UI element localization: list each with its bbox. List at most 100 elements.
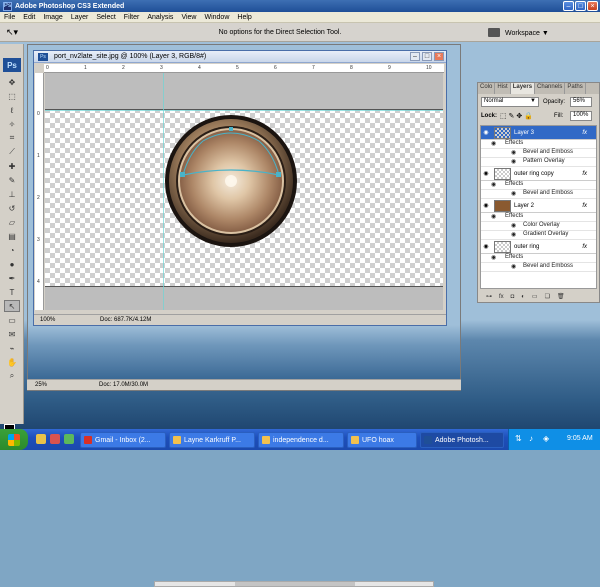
menu-filter[interactable]: Filter <box>124 14 140 21</box>
eye-icon[interactable]: ◉ <box>511 263 516 270</box>
menu-layer[interactable]: Layer <box>71 14 89 21</box>
eye-icon[interactable]: ◉ <box>481 243 491 250</box>
new-layer-icon[interactable]: ❏ <box>545 293 550 300</box>
close-button[interactable]: × <box>587 1 598 11</box>
menu-view[interactable]: View <box>181 14 196 21</box>
add-style-icon[interactable]: fx <box>499 294 504 300</box>
effects-group[interactable]: ◉ Effects <box>481 140 596 149</box>
notes-tool-icon[interactable]: ✉ <box>4 328 20 340</box>
direct-selection-tool-icon[interactable]: ↖▾ <box>6 27 18 38</box>
eraser-tool-icon[interactable]: ▱ <box>4 216 20 228</box>
fill-input[interactable]: 100% <box>570 111 592 121</box>
layer-row[interactable]: ◉ Layer 3 fx <box>481 126 596 140</box>
clock[interactable]: 9:05 AM <box>567 435 593 442</box>
guide-horizontal[interactable] <box>45 110 443 111</box>
doc-close-button[interactable]: × <box>434 52 444 61</box>
history-brush-tool-icon[interactable]: ↺ <box>4 202 20 214</box>
document-canvas[interactable] <box>45 73 443 310</box>
ruler-vertical[interactable]: 0 1 2 3 4 <box>35 73 44 310</box>
zoom-level[interactable]: 100% <box>40 317 55 323</box>
zoom-tool-icon[interactable]: ⌕ <box>4 370 20 382</box>
ruler-horizontal[interactable]: 0 1 2 3 4 5 6 7 8 9 10 <box>44 64 444 73</box>
taskbar-item-ufo[interactable]: UFO hoax <box>347 432 417 448</box>
menu-analysis[interactable]: Analysis <box>147 14 173 21</box>
eye-icon[interactable]: ◉ <box>491 140 496 147</box>
eye-icon[interactable]: ◉ <box>481 202 491 209</box>
tab-color[interactable]: Colo <box>478 83 496 94</box>
layer-list[interactable]: ◉ Layer 3 fx ◉ Effects ◉ Bevel and Embos… <box>480 125 597 289</box>
effect-item[interactable]: ◉ Color Overlay <box>481 222 596 231</box>
add-mask-icon[interactable]: ◘ <box>511 294 515 300</box>
effects-group[interactable]: ◉ Effects <box>481 213 596 222</box>
eye-icon[interactable]: ◉ <box>481 170 491 177</box>
magic-wand-tool-icon[interactable]: ✧ <box>4 118 20 130</box>
effects-group[interactable]: ◉ Effects <box>481 254 596 263</box>
quick-launch-icon[interactable] <box>36 434 46 444</box>
eye-icon[interactable]: ◉ <box>491 181 496 188</box>
eye-icon[interactable]: ◉ <box>491 213 496 220</box>
scrollbar-thumb[interactable] <box>235 582 355 586</box>
document-title-bar[interactable]: port_nv2late_site.jpg @ 100% (Layer 3, R… <box>34 51 446 63</box>
fx-icon[interactable]: fx <box>582 244 587 250</box>
effect-item[interactable]: ◉ Pattern Overlay <box>481 158 596 167</box>
document-window[interactable]: port_nv2late_site.jpg @ 100% (Layer 3, R… <box>33 50 447 587</box>
network-icon[interactable]: ⇅ <box>515 434 522 443</box>
new-group-icon[interactable]: ▭ <box>532 293 538 300</box>
layer-row[interactable]: ◉ outer ring fx <box>481 240 596 254</box>
effect-item[interactable]: ◉ Bevel and Emboss <box>481 190 596 199</box>
blur-tool-icon[interactable]: ◔ <box>4 244 20 256</box>
shape-tool-icon[interactable]: ▭ <box>4 314 20 326</box>
layer-row[interactable]: ◉ outer ring copy fx <box>481 167 596 181</box>
gradient-tool-icon[interactable]: ▤ <box>4 230 20 242</box>
fx-icon[interactable]: fx <box>582 203 587 209</box>
tab-channels[interactable]: Channels <box>535 83 566 94</box>
security-icon[interactable]: ◈ <box>543 434 549 443</box>
volume-icon[interactable]: ♪ <box>529 434 533 443</box>
tab-history[interactable]: Hist <box>495 83 511 94</box>
menu-help[interactable]: Help <box>237 14 251 21</box>
camera-icon[interactable] <box>488 28 500 37</box>
eye-icon[interactable]: ◉ <box>511 149 516 156</box>
pen-tool-icon[interactable]: ✒ <box>4 272 20 284</box>
porthole-artwork[interactable] <box>163 113 299 249</box>
lasso-tool-icon[interactable]: ℓ <box>4 104 20 116</box>
effect-item[interactable]: ◉ Bevel and Emboss <box>481 149 596 158</box>
effects-group[interactable]: ◉ Effects <box>481 181 596 190</box>
link-layers-icon[interactable]: ⊶ <box>486 293 492 300</box>
eye-icon[interactable]: ◉ <box>511 158 516 165</box>
type-tool-icon[interactable]: T <box>4 286 20 298</box>
trash-icon[interactable]: 🗑 <box>557 293 565 300</box>
direct-selection-tool-icon[interactable]: ↖ <box>4 300 20 312</box>
minimize-button[interactable]: – <box>563 1 574 11</box>
brush-tool-icon[interactable]: ✎ <box>4 174 20 186</box>
healing-brush-tool-icon[interactable]: ✚ <box>4 160 20 172</box>
eye-icon[interactable]: ◉ <box>511 190 516 197</box>
move-tool-icon[interactable]: ✥ <box>4 76 20 88</box>
eye-icon[interactable]: ◉ <box>481 129 491 136</box>
eye-icon[interactable]: ◉ <box>511 222 516 229</box>
dodge-tool-icon[interactable]: ● <box>4 258 20 270</box>
opacity-input[interactable]: 56% <box>570 97 592 107</box>
taskbar-item-gmail[interactable]: Gmail - Inbox (2... <box>80 432 166 448</box>
menu-window[interactable]: Window <box>204 14 229 21</box>
menu-select[interactable]: Select <box>96 14 115 21</box>
maximize-button[interactable]: □ <box>575 1 586 11</box>
tab-layers[interactable]: Layers <box>510 83 536 94</box>
lock-icons[interactable]: ⬚ ✎ ✥ 🔒 <box>500 112 533 120</box>
stamp-tool-icon[interactable]: ⊥ <box>4 188 20 200</box>
start-button[interactable] <box>0 429 28 450</box>
menu-edit[interactable]: Edit <box>23 14 35 21</box>
marquee-tool-icon[interactable]: ⬚ <box>4 90 20 102</box>
eyedropper-tool-icon[interactable]: ⌁ <box>4 342 20 354</box>
taskbar-item-layne[interactable]: Layne Karkruff P... <box>169 432 255 448</box>
doc-minimize-button[interactable]: – <box>410 52 420 61</box>
effect-item[interactable]: ◉ Bevel and Emboss <box>481 263 596 272</box>
slice-tool-icon[interactable]: ⟋ <box>4 146 20 158</box>
tab-paths[interactable]: Paths <box>565 83 586 94</box>
doc-maximize-button[interactable]: □ <box>422 52 432 61</box>
quick-launch-icon[interactable] <box>64 434 74 444</box>
taskbar-item-independence[interactable]: independence d... <box>258 432 344 448</box>
eye-icon[interactable]: ◉ <box>511 231 516 238</box>
eye-icon[interactable]: ◉ <box>491 254 496 261</box>
crop-tool-icon[interactable]: ⌗ <box>4 132 20 144</box>
